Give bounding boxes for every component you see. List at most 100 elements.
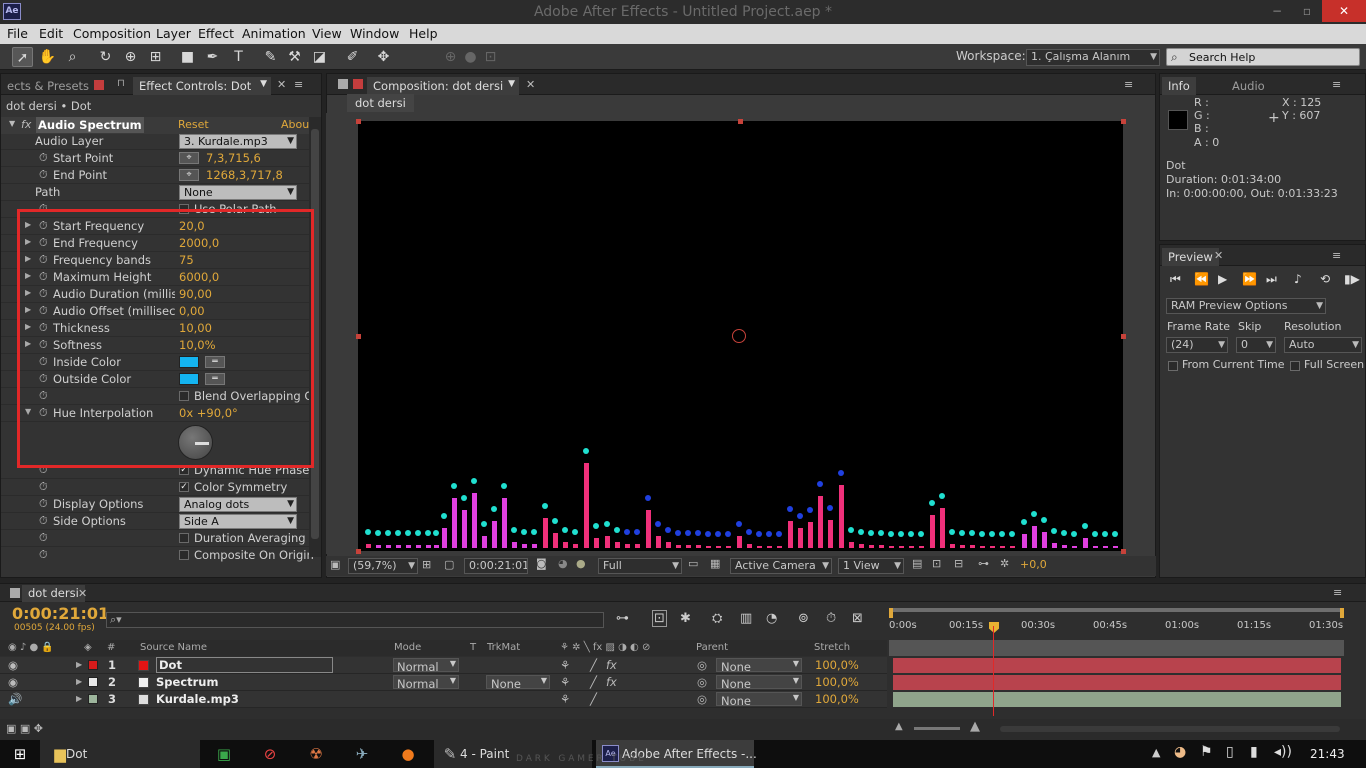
mask-visibility-icon[interactable]: ▢ (444, 558, 454, 571)
layer-duration-bar[interactable] (893, 692, 1341, 707)
shy-switch-icon[interactable]: ⚘ (560, 692, 570, 706)
effect-property-row[interactable]: ⏱ Composite On Origin (1, 547, 314, 563)
quality-switch-icon[interactable]: ╱ (590, 692, 597, 706)
app-icon[interactable]: ☢ (306, 744, 326, 764)
pan-behind-tool-icon[interactable]: ⊞ (145, 47, 166, 67)
brush-tool-icon[interactable]: ✎ (260, 47, 281, 67)
shy-switch-icon[interactable]: ⚘ (560, 675, 570, 689)
snapshot-icon[interactable]: ◙ (536, 557, 547, 570)
tab-composition[interactable]: Composition: dot dersi ▼ (367, 77, 519, 95)
frame-blending-icon[interactable]: ▥ (740, 611, 752, 626)
menu-edit[interactable]: Edit (39, 26, 63, 41)
views-dropdown[interactable]: 1 View ▼ (838, 558, 904, 574)
close-preview-tab-icon[interactable]: ✕ (1214, 249, 1223, 262)
excel-icon[interactable]: ▣ (214, 744, 234, 764)
effect-property-row[interactable]: ⏱ ✓ Color Symmetry (1, 479, 309, 496)
property-checkbox[interactable]: ✓ (179, 482, 189, 492)
previous-frame-icon[interactable]: ⏪ (1194, 272, 1209, 286)
work-area-bar[interactable] (889, 608, 1344, 612)
world-axis-icon[interactable]: ● (460, 47, 481, 67)
layer-row[interactable]: 🔊 ▶ 3 Kurdale.mp3 ⚘ ╱ ◎ None ▼ 100,0% (0, 691, 887, 708)
menu-window[interactable]: Window (350, 26, 399, 41)
close-button[interactable]: ✕ (1322, 0, 1366, 22)
reset-link[interactable]: Reset (178, 118, 209, 131)
effect-property-row[interactable]: ⏱ Side Options Side A ▼ (1, 513, 309, 530)
stopwatch-icon[interactable]: ⏱ (39, 168, 48, 182)
tab-audio[interactable]: Audio (1226, 77, 1271, 95)
windows-start-icon[interactable]: ⊞ (10, 744, 30, 764)
padlock-icon[interactable]: ⊓ (117, 78, 125, 89)
zoom-tool-icon[interactable]: ⌕ (62, 47, 83, 67)
effect-property-row[interactable]: ⏱ Display Options Analog dots ▼ (1, 496, 309, 513)
comp-lock-icon[interactable] (338, 79, 348, 89)
info-panel-menu-icon[interactable]: ≡ (1332, 78, 1341, 91)
parent-dropdown[interactable]: None ▼ (716, 675, 802, 691)
tab-preview[interactable]: Preview (1162, 248, 1219, 266)
comp-panel-menu-icon[interactable]: ≡ (1124, 78, 1133, 91)
fx-switch-icon[interactable]: fx (606, 658, 617, 672)
quality-switch-icon[interactable]: ╱ (590, 675, 597, 689)
last-frame-icon[interactable]: ⏭ (1266, 272, 1277, 287)
next-frame-icon[interactable]: ⏩ (1242, 272, 1257, 286)
fx-switch-icon[interactable]: fx (606, 675, 617, 689)
firefox-icon[interactable]: ● (398, 744, 418, 764)
eye-icon[interactable]: ◉ (8, 675, 18, 689)
menu-file[interactable]: File (7, 26, 28, 41)
stretch-value[interactable]: 100,0% (815, 658, 859, 672)
shy-switch-icon[interactable]: ⚘ (560, 658, 570, 672)
action-center-flag-icon[interactable]: ⚑ (1200, 744, 1213, 760)
property-dropdown[interactable]: None ▼ (179, 185, 297, 200)
pickwhip-icon[interactable]: ◎ (697, 692, 707, 706)
reset-exposure-icon[interactable]: ✲ (1000, 557, 1009, 570)
maximize-button[interactable]: ▫ (1292, 0, 1322, 22)
column-t[interactable]: T (470, 642, 476, 653)
loop-icon[interactable]: ⟲ (1320, 272, 1330, 286)
property-dropdown[interactable]: Analog dots ▼ (179, 497, 297, 512)
work-area-start[interactable] (889, 608, 893, 618)
stopwatch-icon[interactable]: ⏱ (39, 480, 48, 494)
quality-switch-icon[interactable]: ╱ (590, 658, 597, 672)
pickwhip-icon[interactable]: ◎ (697, 675, 707, 689)
effect-property-row[interactable]: ⏱ End Point ⌖ 1268,3,717,8 (1, 167, 309, 184)
text-tool-icon[interactable]: T (228, 47, 249, 67)
graph-editor-icon[interactable]: ⊠ (852, 611, 863, 626)
tab-info[interactable]: Info (1162, 77, 1196, 95)
stopwatch-icon[interactable]: ⏱ (39, 151, 48, 165)
speaker-icon[interactable]: 🔊 (8, 692, 22, 706)
view-axis-icon[interactable]: ⊡ (480, 47, 501, 67)
layer-name[interactable]: Dot (156, 657, 333, 673)
layer-row[interactable]: ◉ ▶ 1 Dot Normal ▼ ⚘ ╱ fx ◎ None ▼ 100,0% (0, 657, 887, 674)
timecode-field[interactable]: 0:00:21:01 (464, 558, 528, 574)
zoom-in-icon[interactable]: ▲ (970, 719, 980, 734)
exposure-value[interactable]: +0,0 (1020, 558, 1047, 571)
parent-dropdown[interactable]: None ▼ (716, 692, 802, 708)
effect-header-row[interactable]: ▼ fx Audio Spectrum Reset Abou (1, 117, 309, 134)
selection-tool-icon[interactable]: ➚ (12, 47, 33, 67)
effect-name[interactable]: Audio Spectrum (36, 117, 144, 133)
search-help-box[interactable]: ⌕ Search Help (1166, 48, 1360, 66)
mute-audio-icon[interactable]: ♪ (1294, 272, 1302, 286)
tray-arrow-icon[interactable]: ▲ (1152, 746, 1160, 759)
stretch-value[interactable]: 100,0% (815, 675, 859, 689)
layer-name[interactable]: Kurdale.mp3 (156, 692, 239, 706)
tab-effects-presets[interactable]: ects & Presets (1, 77, 95, 95)
motion-blur-icon[interactable]: ◔ (766, 611, 777, 626)
from-current-time-checkbox[interactable] (1168, 361, 1178, 371)
frame-rate-dropdown[interactable]: (24) ▼ (1166, 337, 1228, 353)
ram-preview-options-dropdown[interactable]: RAM Preview Options ▼ (1166, 298, 1326, 314)
show-snapshot-icon[interactable]: ◕ (558, 557, 568, 570)
property-checkbox[interactable] (179, 533, 189, 543)
volume-icon[interactable]: ◂)) (1274, 744, 1292, 760)
parent-dropdown[interactable]: None ▼ (716, 658, 802, 674)
av-features-icon[interactable]: ◉ ♪ ● 🔒 (8, 642, 54, 653)
layer-trkmat-dropdown[interactable]: None ▼ (486, 675, 550, 691)
stretch-value[interactable]: 100,0% (815, 692, 859, 706)
stopwatch-icon[interactable]: ⏱ (39, 497, 48, 511)
switches-icons[interactable]: ⚘ ✲ ╲ fx ▨ ◑ ◐ ⊘ (560, 642, 650, 653)
collapsed-triangle-icon[interactable]: ▶ (76, 677, 82, 686)
label-column-icon[interactable]: ◈ (84, 642, 92, 653)
property-dropdown[interactable]: Side A ▼ (179, 514, 297, 529)
panel-menu-icon[interactable]: ≡ (294, 78, 303, 91)
hide-shy-layers-icon[interactable]: ⛭ (712, 611, 722, 626)
stopwatch-icon[interactable]: ⏱ (39, 514, 48, 528)
